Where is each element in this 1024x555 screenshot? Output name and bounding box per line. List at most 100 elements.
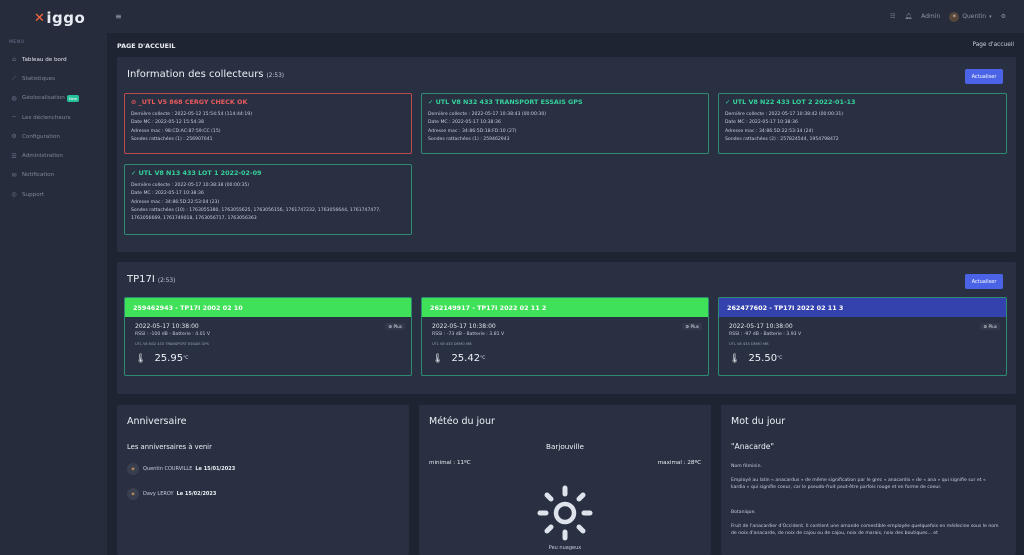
birthday-card: Anniversaire Les anniversaires à venir ✶… xyxy=(117,405,409,555)
tp17i-count: (2:53) xyxy=(157,278,176,284)
page-title: PAGE D'ACCUEIL xyxy=(117,42,176,50)
chart-icon: ⟋ xyxy=(11,74,17,82)
sensor-date: 2022-05-17 10:38:00 xyxy=(135,323,199,330)
sidebar-item-administration[interactable]: ☰ Administration xyxy=(0,146,107,165)
temperature-value: 25.95 xyxy=(154,353,184,364)
plus-button[interactable]: ⚙ Plus xyxy=(980,323,1000,330)
collectors-title: Information des collecteurs (2:53) xyxy=(127,69,284,80)
collector-mac: Adresse mac : 98:CD:AC:87:59:CC (15) xyxy=(131,128,221,134)
sensor-date: 2022-05-17 10:38:00 xyxy=(729,323,793,330)
word-definition: Fruit de l'anacardier d'Occident. Il con… xyxy=(731,524,999,537)
sensor-header: 262477602 - TP17I 2022 02 11 3 xyxy=(719,298,1006,317)
sensor-temperature: 🌡︎ 25.50 °C xyxy=(729,353,782,364)
avatar: ✶ xyxy=(949,11,960,22)
sidebar-item-statistics[interactable]: ⟋ Statistiques xyxy=(0,69,107,88)
sidebar-item-label: Tableau de bord xyxy=(22,56,67,63)
sidebar-item-dashboard[interactable]: ⌂ Tableau de bord xyxy=(0,50,107,69)
birthday-item: ✶ Quentin COURVILLE Le 15/01/2023 xyxy=(127,463,235,475)
temperature-value: 25.42 xyxy=(451,353,481,364)
menu-toggle-icon[interactable]: ≡ xyxy=(115,12,122,21)
sidebar-item-configuration[interactable]: ⚙ Configuration xyxy=(0,127,107,146)
collector-date-mc: Date MC : 2022-05-17 10:38:36 xyxy=(428,120,501,126)
collector-last-collect: Dernière collecte : 2022-05-17 10:38:43 … xyxy=(428,112,547,117)
collector-mac: Adresse mac : 34:86:5D:18:FD:10 (27) xyxy=(428,128,517,134)
settings-gear-icon[interactable]: ⚙ xyxy=(1001,13,1006,20)
collector-card[interactable]: ✓ UTL V8 N22 433 LOT 2 2022-01-13 Derniè… xyxy=(718,93,1007,154)
sensor-temperature: 🌡︎ 25.42 °C xyxy=(432,353,485,364)
home-icon: ⌂ xyxy=(12,56,16,64)
bell-icon[interactable]: 🔔︎ xyxy=(905,13,913,20)
sidebar-item-label: Notification xyxy=(22,172,55,179)
tasks-icon[interactable]: ☷ xyxy=(890,13,895,20)
collector-date-mc: Date MC : 2022-05-17 10:38:36 xyxy=(725,120,798,126)
thermometer-icon: 🌡︎ xyxy=(135,353,147,364)
collector-card[interactable]: ✓ UTL V8 N32 433 TRANSPORT ESSAIS GPS De… xyxy=(421,93,709,154)
sidebar-item-label: Géolocalisation xyxy=(22,95,65,102)
plus-label: Plus xyxy=(988,324,997,329)
collector-title: ✓ UTL V8 N22 433 LOT 2 2022-01-13 xyxy=(725,98,1000,106)
sensor-rssi: RSSI : -100 dB - Batterie : 4.01 V xyxy=(135,332,211,337)
refresh-tp17i-button[interactable]: Actualiser xyxy=(965,274,1003,289)
sidebar-item-label: Support xyxy=(22,191,45,198)
thermometer-icon: 🌡︎ xyxy=(432,353,444,364)
sensor-header: 259462943 - TP17I 2002 02 10 xyxy=(125,298,411,317)
collector-title: ✓ UTL V8 N13 433 LOT 1 2022-02-09 xyxy=(131,169,405,177)
collector-last-collect: Dernière collecte : 2022-05-17 10:38:42 … xyxy=(725,112,844,117)
plus-button[interactable]: ⚙ Plus xyxy=(682,323,702,330)
user-menu[interactable]: ✶ Quentin ▾ xyxy=(949,11,992,22)
birthday-subtitle: Les anniversaires à venir xyxy=(127,443,212,451)
refresh-collectors-button[interactable]: Actualiser xyxy=(965,69,1003,84)
weather-title: Météo du jour xyxy=(429,416,495,427)
cake-icon: ✶ xyxy=(127,488,139,500)
support-icon: ◎ xyxy=(11,191,17,199)
sidebar-item-notification[interactable]: ✉ Notification xyxy=(0,166,107,185)
weather-description: Peu nuageux xyxy=(548,545,582,551)
temperature-unit: °C xyxy=(777,356,783,361)
logo[interactable]: ✕ iggo xyxy=(0,0,107,36)
sidebar-item-support[interactable]: ◎ Support xyxy=(0,185,107,204)
check-icon: ✓ xyxy=(428,98,436,106)
sidebar-item-label: Administration xyxy=(22,153,63,160)
word-gender: Nom féminin. xyxy=(731,464,762,469)
sensor-date: 2022-05-17 10:38:00 xyxy=(432,323,496,330)
sidebar-item-label: Configuration xyxy=(22,133,60,140)
weather-city: Barjouville xyxy=(546,442,584,451)
sidebar-item-geolocation[interactable]: ◍ Géolocalisation New xyxy=(0,89,107,108)
collectors-title-text: Information des collecteurs xyxy=(127,69,264,80)
sensor-card[interactable]: 259462943 - TP17I 2002 02 10 2022-05-17 … xyxy=(124,297,412,376)
plus-label: Plus xyxy=(690,324,699,329)
sidebar-section-label: MENU xyxy=(9,40,25,45)
sensor-card[interactable]: 262477602 - TP17I 2022 02 11 3 2022-05-1… xyxy=(718,297,1007,376)
sun-icon xyxy=(537,485,593,541)
collector-card[interactable]: ✓ UTL V8 N13 433 LOT 1 2022-02-09 Derniè… xyxy=(124,164,412,235)
word-of-day-card: Mot du jour "Anacarde" Nom féminin. Empl… xyxy=(721,405,1016,555)
error-circle-icon: ⊘ xyxy=(131,98,139,106)
sensor-collector: UTL V8 433 DEMO MB xyxy=(729,342,769,346)
weather-card: Météo du jour Barjouville minimal : 11ºC… xyxy=(419,405,711,555)
collectors-count: (2:53) xyxy=(266,73,285,79)
logo-mark-icon: ✕ xyxy=(34,10,46,26)
breadcrumb[interactable]: Page d'accueil xyxy=(972,42,1014,48)
birthday-title: Anniversaire xyxy=(127,416,187,427)
collector-name: UTL V8 N22 433 LOT 2 2022-01-13 xyxy=(732,98,856,106)
user-name: Quentin xyxy=(962,13,987,20)
sensor-collector: UTL V8 433 DEMO MB xyxy=(432,342,472,346)
cake-icon: ✶ xyxy=(127,463,139,475)
admin-label[interactable]: Admin xyxy=(921,13,940,20)
word-term: "Anacarde" xyxy=(731,442,774,451)
sensor-card[interactable]: 262149917 - TP17I 2022 02 11 2 2022-05-1… xyxy=(421,297,709,376)
collector-probes: Sondes rattachées (1) : 256907041 xyxy=(131,136,213,142)
page-header: PAGE D'ACCUEIL Page d'accueil xyxy=(107,33,1024,57)
collectors-card: Information des collecteurs (2:53) Actual… xyxy=(117,57,1016,252)
word-domain: Botanique. xyxy=(731,510,756,515)
wifi-icon: ⌔ xyxy=(11,114,17,122)
sidebar-item-triggers[interactable]: ⌔ Les déclencheurs xyxy=(0,108,107,127)
sidebar: ✕ iggo MENU ⌂ Tableau de bord ⟋ Statistique… xyxy=(0,0,107,555)
tp17i-card: TP17I (2:53) Actualiser 259462943 - TP17I… xyxy=(117,262,1016,394)
collector-card[interactable]: ⊘ _UTL V5 868 CERGY CHECK OK Dernière co… xyxy=(124,93,412,154)
collector-name: UTL V8 N13 433 LOT 1 2022-02-09 xyxy=(138,169,262,177)
plus-button[interactable]: ⚙ Plus xyxy=(385,323,405,330)
birthday-date: Le 15/01/2023 xyxy=(195,466,236,472)
chevron-down-icon: ▾ xyxy=(989,13,992,20)
thermometer-icon: 🌡︎ xyxy=(729,353,741,364)
